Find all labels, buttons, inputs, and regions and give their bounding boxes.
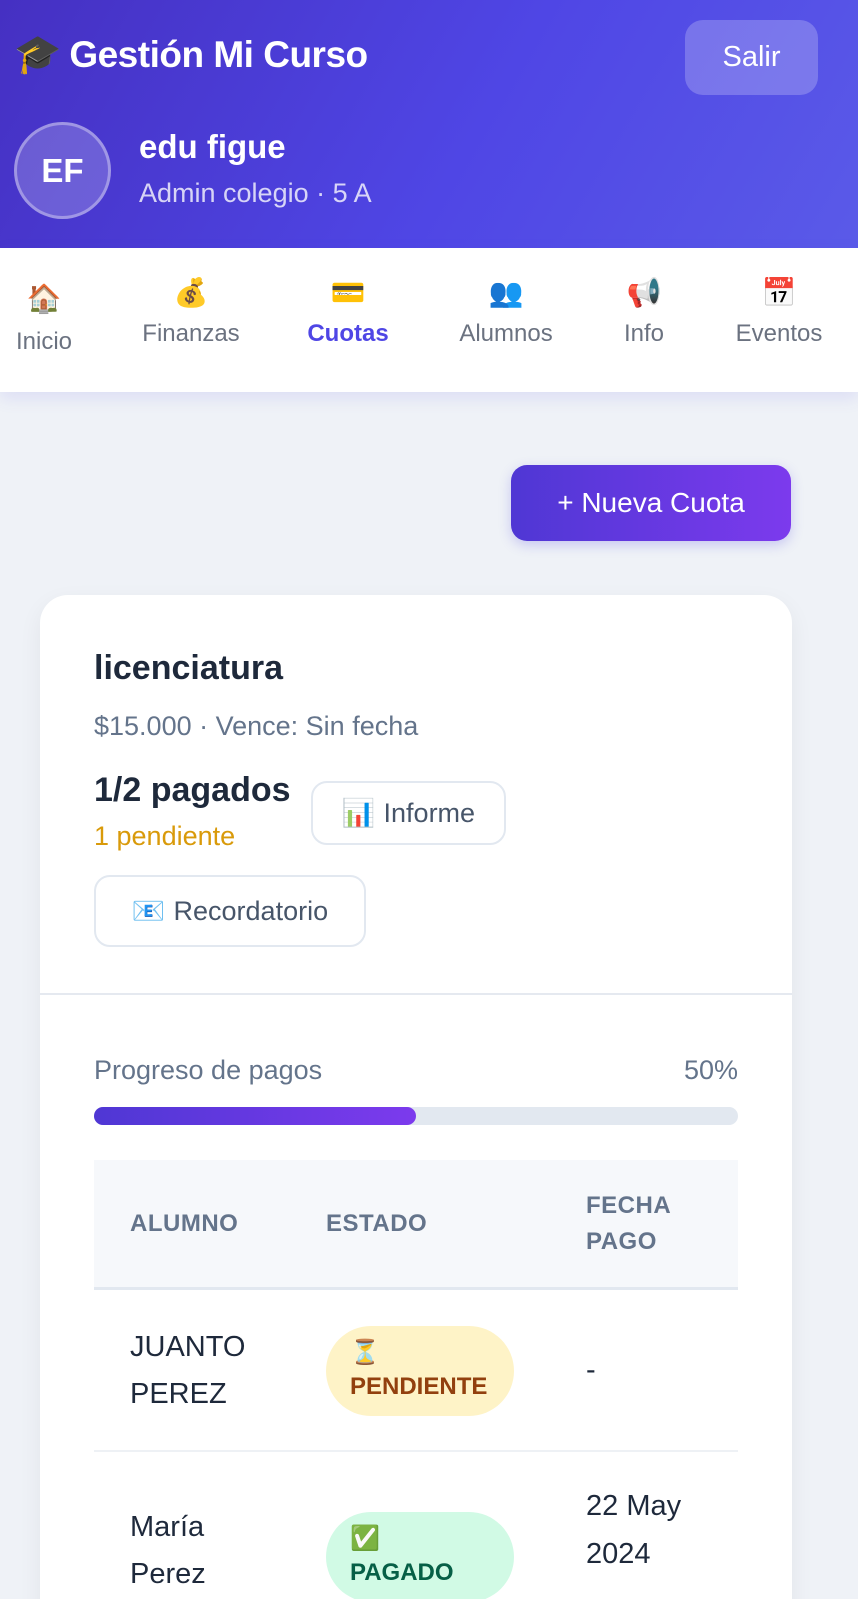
paid-summary: 1/2 pagados xyxy=(94,771,291,809)
tab-label: Eventos xyxy=(735,320,823,347)
tab-label: Info xyxy=(623,320,665,347)
tab-label: Alumnos xyxy=(459,320,553,347)
app-title: Gestión Mi Curso xyxy=(69,34,368,75)
avatar: EF xyxy=(14,122,111,219)
tab-label: Finanzas xyxy=(142,320,240,347)
progress-label: Progreso de pagos xyxy=(94,1055,323,1085)
fee-meta: $15.000 · Vence: Sin fecha xyxy=(94,711,419,741)
status-text: PAGADO xyxy=(350,1559,454,1586)
tab-label: Inicio xyxy=(15,328,73,355)
check-mark-icon: ✅ xyxy=(350,1525,380,1552)
table-header: ALUMNO ESTADO FECHA PAGO xyxy=(94,1160,738,1290)
bar-chart-icon: 📊 xyxy=(341,798,376,828)
tab-eventos[interactable]: 📅 Eventos xyxy=(726,272,832,348)
tab-alumnos[interactable]: 👥 Alumnos xyxy=(450,272,562,348)
tab-finanzas[interactable]: 💰 Finanzas xyxy=(136,272,246,348)
credit-card-icon: 💳 xyxy=(330,277,366,308)
fee-card: licenciatura $15.000 · Vence: Sin fecha … xyxy=(40,595,792,1599)
brand: 🎓 Gestión Mi Curso xyxy=(14,34,368,76)
house-icon: 🏠 xyxy=(26,283,62,314)
money-bag-icon: 💰 xyxy=(173,277,209,308)
user-role: Admin colegio · 5 A xyxy=(139,178,372,208)
progress-bar xyxy=(94,1107,738,1125)
calendar-icon: 📅 xyxy=(761,277,797,308)
payment-date: 22 May 2024 xyxy=(586,1490,682,1570)
column-header-estado: ESTADO xyxy=(326,1210,428,1237)
new-fee-button[interactable]: + Nueva Cuota xyxy=(511,465,791,541)
app-header: 🎓 Gestión Mi Curso Salir EF edu figue Ad… xyxy=(0,0,858,248)
progress-fill xyxy=(94,1107,416,1125)
people-icon: 👥 xyxy=(488,277,524,308)
tab-cuotas[interactable]: 💳 Cuotas xyxy=(298,272,398,348)
column-header-alumno: ALUMNO xyxy=(130,1210,239,1237)
status-badge: ✅ PAGADO xyxy=(326,1512,514,1599)
progress-value: 50% xyxy=(683,1055,738,1085)
reminder-button[interactable]: 📧 Recordatorio xyxy=(94,875,366,947)
status-badge: ⏳ PENDIENTE xyxy=(326,1326,514,1416)
fee-name: licenciatura xyxy=(94,649,283,687)
tab-inicio[interactable]: 🏠 Inicio xyxy=(12,278,76,356)
tab-info[interactable]: 📢 Info xyxy=(608,272,680,348)
table-row[interactable]: María Perez ✅ PAGADO 22 May 2024 xyxy=(94,1452,738,1599)
user-name: edu figue xyxy=(139,128,286,165)
report-button[interactable]: 📊 Informe xyxy=(311,781,506,845)
payment-date: - xyxy=(586,1354,596,1386)
status-text: PENDIENTE xyxy=(350,1373,488,1400)
column-header-fecha-pago: FECHA PAGO xyxy=(586,1192,671,1255)
student-name: María Perez xyxy=(130,1511,206,1590)
graduation-cap-icon: 🎓 xyxy=(14,34,62,76)
email-icon: 📧 xyxy=(131,896,166,926)
divider xyxy=(40,993,792,995)
report-label: Informe xyxy=(383,797,476,828)
student-name: JUANTO PEREZ xyxy=(130,1331,246,1410)
tab-label: Cuotas xyxy=(307,320,389,347)
pending-summary: 1 pendiente xyxy=(94,821,236,851)
hourglass-icon: ⏳ xyxy=(350,1339,380,1366)
table-row[interactable]: JUANTO PEREZ ⏳ PENDIENTE - xyxy=(94,1290,738,1452)
tab-bar: 🏠 Inicio 💰 Finanzas 💳 Cuotas 👥 Alumnos 📢… xyxy=(0,248,858,392)
reminder-label: Recordatorio xyxy=(173,895,329,926)
megaphone-icon: 📢 xyxy=(626,277,662,308)
logout-button[interactable]: Salir xyxy=(685,20,818,95)
